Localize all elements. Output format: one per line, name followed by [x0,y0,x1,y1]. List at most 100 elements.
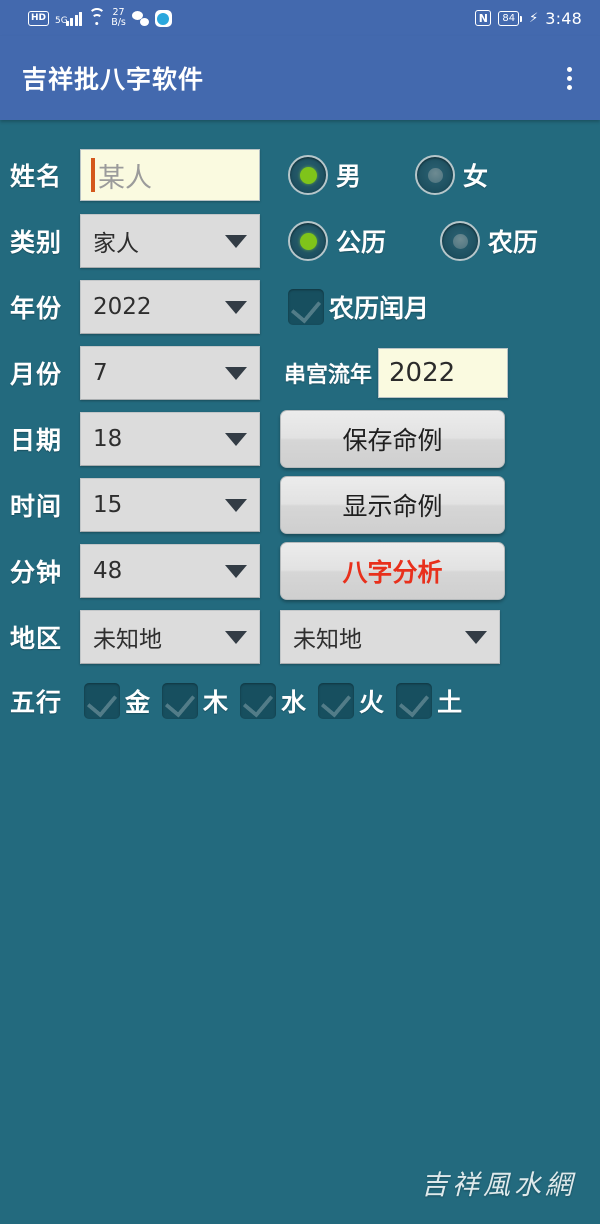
year-dropdown-value: 2022 [93,294,152,320]
row-category: 类别 家人 公历 农历 [0,208,600,274]
row-region: 地区 未知地 未知地 [0,604,600,670]
checkbox-wuxing-earth[interactable]: 土 [396,683,462,719]
chevron-down-icon [225,498,247,512]
label-wuxing: 五行 [10,688,63,717]
category-dropdown[interactable]: 家人 [80,214,260,268]
text-caret [91,158,95,192]
radio-calendar-lunar[interactable]: 农历 [440,221,538,261]
radio-gender-female[interactable]: 女 [415,155,488,195]
app-root: HD 5G 27 B/s N 84 ⚡ 3:48 吉祥批八字软件 姓名 某人 男… [0,0,600,1224]
radio-gender-male-label: 男 [336,162,362,191]
category-dropdown-value: 家人 [93,231,139,257]
watermark: 吉祥風水網 [421,1170,576,1201]
chevron-down-icon [465,630,487,644]
name-input[interactable]: 某人 [80,149,260,201]
chevron-down-icon [225,432,247,446]
day-dropdown[interactable]: 18 [80,412,260,466]
radio-calendar-lunar-label: 农历 [488,228,539,257]
radio-gender-male[interactable]: 男 [288,155,361,195]
radio-selected-icon [288,221,328,261]
chevron-down-icon [225,300,247,314]
year-dropdown[interactable]: 2022 [80,280,260,334]
hd-icon: HD [28,10,50,26]
month-dropdown-value: 7 [93,360,108,386]
day-dropdown-value: 18 [93,426,123,452]
signal-bars-icon [65,11,83,26]
checkbox-wuxing-wood-label: 木 [203,688,229,717]
chevron-down-icon [225,564,247,578]
checkbox-wuxing-metal[interactable]: 金 [84,683,150,719]
battery-icon: 84 [498,10,522,26]
minute-dropdown-value: 48 [93,558,123,584]
analyze-button[interactable]: 八字分析 [280,542,505,600]
checkbox-checked-icon [84,683,120,719]
region-dropdown-secondary[interactable]: 未知地 [280,610,500,664]
checkbox-wuxing-water-label: 水 [281,688,307,717]
app-bar: 吉祥批八字软件 [0,36,600,120]
checkbox-leap-month[interactable]: 农历闰月 [288,289,429,325]
save-button[interactable]: 保存命例 [280,410,505,468]
radio-calendar-solar-label: 公历 [336,228,387,257]
chuangong-input[interactable]: 2022 [378,348,509,398]
network-speed: 27 B/s [111,8,126,28]
row-day: 日期 18 保存命例 [0,406,600,472]
app-icon [154,9,172,27]
checkbox-wuxing-fire[interactable]: 火 [318,683,384,719]
checkbox-wuxing-water[interactable]: 水 [240,683,306,719]
radio-selected-icon [288,155,328,195]
checkbox-checked-icon [396,683,433,719]
label-region: 地区 [10,624,63,653]
row-year: 年份 2022 农历闰月 [0,274,600,340]
month-dropdown[interactable]: 7 [80,346,260,400]
chevron-down-icon [225,630,247,644]
name-input-placeholder: 某人 [98,162,152,194]
label-day: 日期 [10,426,63,455]
row-minute: 分钟 48 八字分析 [0,538,600,604]
form-container: 姓名 某人 男 女 类别 家人 公历 农历 年份 2022 农历闰月 月份 7 … [0,120,600,732]
row-wuxing: 五行 金 木 水 火 土 [0,670,600,732]
checkbox-checked-icon [288,289,324,325]
checkbox-checked-icon [162,683,199,719]
checkbox-leap-month-label: 农历闰月 [329,294,430,323]
charging-icon: ⚡ [529,10,539,26]
chevron-down-icon [225,234,247,248]
hour-dropdown[interactable]: 15 [80,478,260,532]
nfc-icon: N [475,10,492,26]
label-name: 姓名 [10,162,63,191]
wechat-icon [131,10,149,26]
radio-gender-female-label: 女 [463,162,489,191]
region-dropdown-primary[interactable]: 未知地 [80,610,260,664]
chuangong-input-value: 2022 [389,358,456,388]
radio-unselected-icon [415,155,456,195]
label-chuangong: 串宫流年 [284,363,373,388]
chuangong-group: 串宫流年 2022 [284,348,509,398]
radio-unselected-icon [440,221,481,261]
checkbox-wuxing-wood[interactable]: 木 [162,683,228,719]
signal-icon: 5G [55,11,83,26]
status-bar: HD 5G 27 B/s N 84 ⚡ 3:48 [0,0,600,36]
network-speed-unit: B/s [111,17,126,28]
more-vertical-icon[interactable] [561,61,578,96]
checkbox-checked-icon [240,683,277,719]
label-minute: 分钟 [10,558,63,587]
hour-dropdown-value: 15 [93,492,123,518]
app-title: 吉祥批八字软件 [22,65,205,94]
row-name: 姓名 某人 男 女 [0,142,600,208]
calendar-radio-group: 公历 农历 [288,221,538,261]
label-year: 年份 [10,294,63,323]
row-hour: 时间 15 显示命例 [0,472,600,538]
row-month: 月份 7 串宫流年 2022 [0,340,600,406]
wifi-icon [88,8,106,25]
label-hour: 时间 [10,492,63,521]
minute-dropdown[interactable]: 48 [80,544,260,598]
radio-calendar-solar[interactable]: 公历 [288,221,386,261]
checkbox-wuxing-fire-label: 火 [359,688,385,717]
chevron-down-icon [225,366,247,380]
checkbox-wuxing-earth-label: 土 [437,688,463,717]
checkbox-wuxing-metal-label: 金 [125,688,151,717]
checkbox-checked-icon [318,683,355,719]
region-dropdown-secondary-value: 未知地 [293,627,362,653]
region-dropdown-primary-value: 未知地 [93,627,162,653]
status-bar-right: N 84 ⚡ 3:48 [475,9,582,28]
show-button[interactable]: 显示命例 [280,476,505,534]
